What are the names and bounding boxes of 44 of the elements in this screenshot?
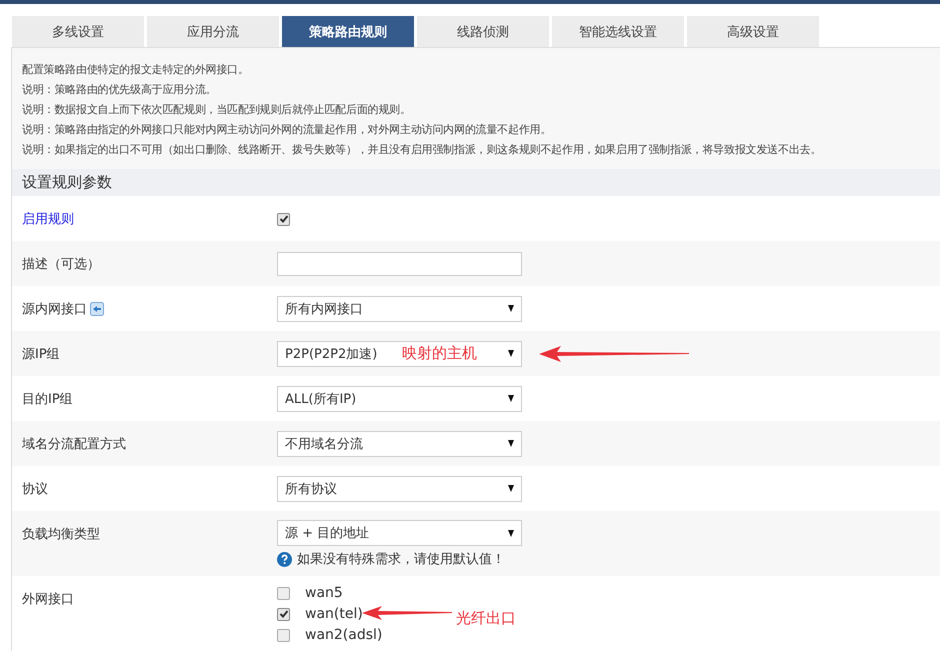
checkbox[interactable] — [277, 212, 290, 226]
caret-icon — [508, 305, 514, 312]
caret-icon — [508, 440, 514, 447]
field-label: 目的IP组 — [22, 390, 73, 408]
interface-option[interactable]: wan(tel) — [277, 606, 363, 622]
tab[interactable]: 策略路由规则 — [282, 16, 414, 47]
caret-icon — [508, 485, 514, 492]
caret-icon — [508, 530, 514, 536]
field-label: 域名分流配置方式 — [22, 436, 126, 452]
tab[interactable]: 高级设置 — [687, 16, 819, 47]
field-label: 描述（可选） — [22, 256, 100, 272]
description-field[interactable] — [277, 252, 522, 276]
tab[interactable]: 应用分流 — [147, 16, 279, 47]
note-text: 说明：如果指定的出口不可用（如出口删除、线路断开、拨号失败等），并且没有启用强制指派，则这条规则不起作用，如果启用了强制指派，将导致报文发送不出去。 — [22, 142, 822, 158]
hint-text: 如果没有特殊需求，请使用默认值！ — [297, 551, 505, 568]
dropdown[interactable]: 不用域名分流 — [277, 430, 522, 456]
field-label: 负载均衡类型 — [22, 526, 100, 543]
dropdown[interactable]: 所有协议 — [277, 476, 522, 502]
caret-icon — [508, 350, 514, 357]
tab[interactable]: 线路侦测 — [417, 16, 549, 47]
field-label: 外网接口 — [22, 591, 74, 608]
checkbox[interactable] — [277, 586, 290, 600]
annotation-text: 光纤出口 — [456, 609, 516, 628]
interface-option[interactable]: wan5 — [277, 585, 343, 601]
checkbox[interactable] — [277, 608, 290, 620]
field-label: 启用规则 — [22, 210, 74, 228]
tab[interactable]: 多线设置 — [12, 16, 144, 47]
section-title: 设置规则参数 — [22, 173, 112, 192]
caret-icon — [508, 395, 514, 402]
field-label: 源IP组 — [22, 346, 60, 362]
dropdown[interactable]: ALL(所有IP) — [277, 386, 522, 412]
interface-option[interactable]: wan2(adsl) — [277, 627, 382, 643]
tab[interactable]: 智能选线设置 — [552, 16, 684, 47]
dropdown[interactable]: 源 + 目的地址 — [277, 520, 522, 546]
note-text: 说明：策略路由指定的外网接口只能对内网主动访问外网的流量起作用，对外网主动访问内网的流量不起作用。 — [22, 122, 552, 138]
note-text: 配置策略路由使特定的报文走特定的外网接口。 — [22, 62, 250, 78]
checkbox[interactable] — [277, 628, 290, 642]
help-icon — [277, 552, 292, 566]
field-label: 源内网接口 — [22, 300, 87, 318]
dropdown[interactable]: 所有内网接口 — [277, 296, 522, 322]
note-text: 说明：策略路由的优先级高于应用分流。 — [22, 82, 218, 98]
note-text: 说明：数据报文自上而下依次匹配规则，当匹配到规则后就停止匹配后面的规则。 — [22, 102, 412, 118]
annotation-text: 映射的主机 — [402, 344, 477, 362]
field-label: 协议 — [22, 480, 48, 498]
